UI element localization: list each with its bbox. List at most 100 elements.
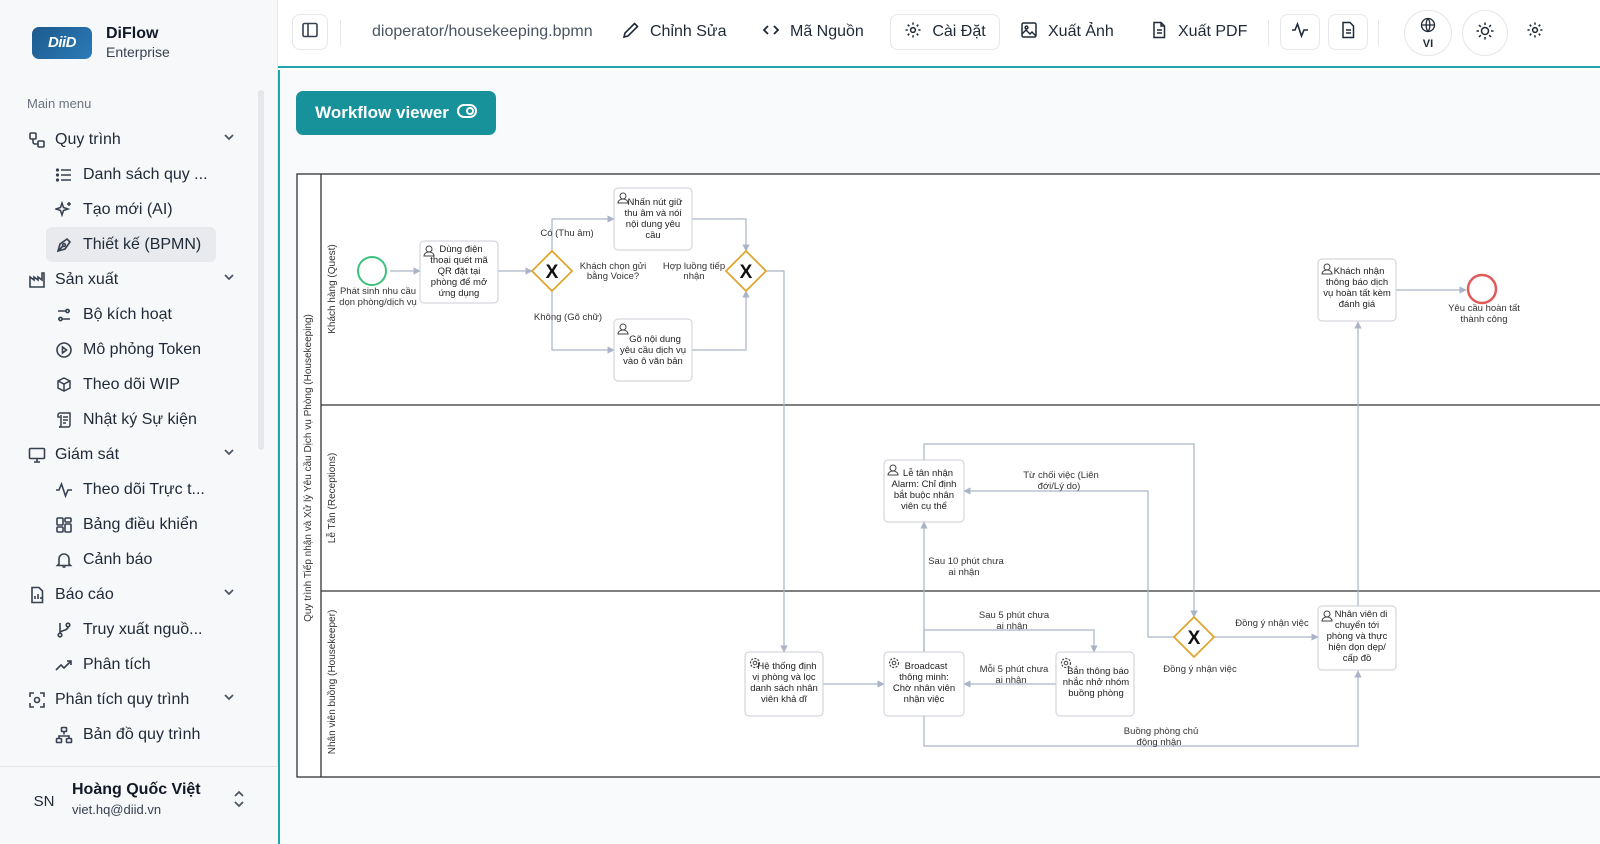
nav-item-danh-sach[interactable]: Danh sách quy ... <box>46 157 250 192</box>
document-button[interactable] <box>1328 14 1368 50</box>
chevron-down-icon[interactable] <box>222 690 236 709</box>
chevron-down-icon[interactable] <box>222 585 236 604</box>
brand-title: DiFlow <box>106 25 159 42</box>
workflow-viewer-button[interactable]: Workflow viewer <box>296 91 496 135</box>
lane-label-housekeeper: Nhân viên buồng (Housekeeper) <box>326 610 338 755</box>
settings-button[interactable]: Cài Đặt <box>890 14 1000 50</box>
nav-item-tao-moi[interactable]: Tạo mới (AI) <box>46 192 250 227</box>
language-code: VI <box>1422 37 1434 50</box>
end-event[interactable] <box>1466 273 1498 305</box>
nav-item-truy-xuat[interactable]: Truy xuất nguồ... <box>46 612 250 647</box>
flow-label-accepted: Đồng ý nhận việc <box>1235 618 1309 629</box>
start-event[interactable] <box>357 256 387 286</box>
pen-tool-icon <box>54 235 74 255</box>
gateway-marker: X <box>546 262 559 283</box>
nav-item-theo-doi-truc-tuyen[interactable]: Theo dõi Trực t... <box>46 472 250 507</box>
nav-group-quy-trinh[interactable]: Quy trình <box>22 122 250 157</box>
source-button[interactable]: Mã Nguồn <box>762 14 864 50</box>
bpmn-diagram: Quy trình Tiếp nhận và Xử lý Yêu cầu Dịc… <box>296 173 1600 778</box>
factory-icon <box>27 270 47 290</box>
nav-item-phan-tich[interactable]: Phân tích <box>46 647 250 682</box>
chevron-down-icon[interactable] <box>222 270 236 289</box>
nav-group-label: Phân tích quy trình <box>55 690 190 708</box>
chevrons-up-down-icon[interactable] <box>232 789 246 809</box>
scroll-icon <box>54 410 74 430</box>
nav-item-label: Cảnh báo <box>83 550 153 568</box>
workflow-icon <box>27 130 47 150</box>
workflow-viewer-label: Workflow viewer <box>315 103 449 122</box>
chevron-down-icon[interactable] <box>222 130 236 149</box>
network-icon <box>54 725 74 745</box>
nav-item-label: Phân tích <box>83 655 151 673</box>
bpmn-canvas[interactable]: Quy trình Tiếp nhận và Xử lý Yêu cầu Dịc… <box>296 172 1600 780</box>
gateway-accept-label: Đồng ý nhận việc <box>1163 664 1237 675</box>
globe-icon <box>1420 17 1436 38</box>
list-icon <box>54 165 74 185</box>
nav-group-label: Báo cáo <box>55 585 114 603</box>
task-locate[interactable]: Hệ thống định vị phòng và lọc danh sách nh… <box>744 651 824 717</box>
main-nav: Quy trình Danh sách quy ... Tạo mới (AI)… <box>22 122 250 752</box>
task-scan-qr[interactable]: Dùng điện thoại quét mã QR đặt tại phòng để… <box>419 240 499 304</box>
nav-item-bo-kich-hoat[interactable]: Bộ kích hoạt <box>46 297 250 332</box>
nav-group-phan-tich-quy-trinh[interactable]: Phân tích quy trình <box>22 682 250 717</box>
pencil-icon <box>622 21 640 44</box>
file-text-icon <box>1150 21 1168 44</box>
nav-item-label: Bảng điều khiển <box>83 515 198 533</box>
sun-icon <box>1475 21 1495 46</box>
task-remind[interactable]: Bắn thông báo nhắc nhở nhóm buồng phòng <box>1055 651 1135 717</box>
nav-group-giam-sat[interactable]: Giám sát <box>22 437 250 472</box>
task-notify-guest[interactable]: Khách nhận thông báo dịch vụ hoàn tất kèm đ… <box>1317 258 1397 322</box>
nav-group-bao-cao[interactable]: Báo cáo <box>22 577 250 612</box>
nav-item-theo-doi-wip[interactable]: Theo dõi WIP <box>46 367 250 402</box>
task-broadcast[interactable]: Broadcast thông minh: Chờ nhân viên nhận vi… <box>883 651 965 717</box>
nav-item-ban-do-quy-trinh[interactable]: Bản đồ quy trình <box>46 717 250 752</box>
gateway-marker: X <box>740 262 753 283</box>
chevron-down-icon[interactable] <box>222 445 236 464</box>
activity-button[interactable] <box>1280 14 1320 50</box>
app-settings-button[interactable] <box>1526 14 1550 50</box>
nav-item-bang-dieu-khien[interactable]: Bảng điều khiển <box>46 507 250 542</box>
nav-item-thiet-ke[interactable]: Thiết kế (BPMN) <box>46 227 216 262</box>
activity-icon <box>1291 21 1309 44</box>
divider <box>1378 20 1379 46</box>
trending-up-icon <box>54 655 74 675</box>
nav-item-nhat-ky[interactable]: Nhật ký Sự kiện <box>46 402 250 437</box>
monitor-icon <box>27 445 47 465</box>
nav-group-san-xuat[interactable]: Sản xuất <box>22 262 250 297</box>
theme-toggle-button[interactable] <box>1462 10 1508 56</box>
toggles-icon <box>54 305 74 325</box>
source-label: Mã Nguồn <box>790 23 864 40</box>
start-event-label: Phát sinh nhu cầu dọn phòng/dịch vụ <box>339 286 417 308</box>
brand[interactable]: DiiD DiFlow Enterprise <box>32 24 170 61</box>
sidebar-scrollbar[interactable] <box>258 90 264 450</box>
task-reception[interactable]: Lễ tân nhận Alarm: Chỉ định bắt buộc nhân v… <box>883 459 965 523</box>
task-label: Gõ nội dung yêu cầu dịch vụ vào ô văn bản <box>620 334 686 367</box>
pool-label: Quy trình Tiếp nhận và Xử lý Yêu cầu Dịc… <box>302 314 314 622</box>
language-button[interactable]: VI <box>1404 10 1452 56</box>
nav-item-mo-phong[interactable]: Mô phỏng Token <box>46 332 250 367</box>
nav-item-label: Theo dõi Trực t... <box>83 480 205 498</box>
nav-item-label: Mô phỏng Token <box>83 340 202 358</box>
code-icon <box>762 21 780 44</box>
nav-group-label: Giám sát <box>55 445 120 463</box>
gear-icon <box>1526 21 1544 44</box>
task-move[interactable]: Nhân viên di chuyển tới phòng và thực hiện … <box>1317 605 1397 671</box>
toggle-sidebar-button[interactable] <box>292 14 328 50</box>
toggle-icon <box>456 103 477 123</box>
gear-icon <box>904 21 922 44</box>
export-pdf-button[interactable]: Xuất PDF <box>1150 14 1247 50</box>
flow-label-no: Không (Gõ chữ) <box>534 312 602 323</box>
user-name: Hoàng Quốc Việt <box>72 781 201 798</box>
edit-button[interactable]: Chỉnh Sửa <box>622 14 727 50</box>
main-menu-label: Main menu <box>27 96 92 111</box>
brand-logo: DiiD <box>32 26 92 59</box>
user-menu[interactable]: SN Hoàng Quốc Việt viet.hq@diid.vn <box>0 766 278 844</box>
gateway-choice-label: Khách chọn gửi bằng Voice? <box>580 261 647 282</box>
nav-item-canh-bao[interactable]: Cảnh báo <box>46 542 250 577</box>
sparkles-icon <box>54 200 74 220</box>
export-image-button[interactable]: Xuất Ảnh <box>1020 14 1114 50</box>
settings-label: Cài Đặt <box>932 23 986 40</box>
task-voice[interactable]: Nhấn nút giữ thu âm và nói nội dung yêu cầu <box>613 187 693 251</box>
task-text[interactable]: Gõ nội dung yêu cầu dịch vụ vào ô văn bản <box>613 318 693 382</box>
activity-icon <box>54 480 74 500</box>
